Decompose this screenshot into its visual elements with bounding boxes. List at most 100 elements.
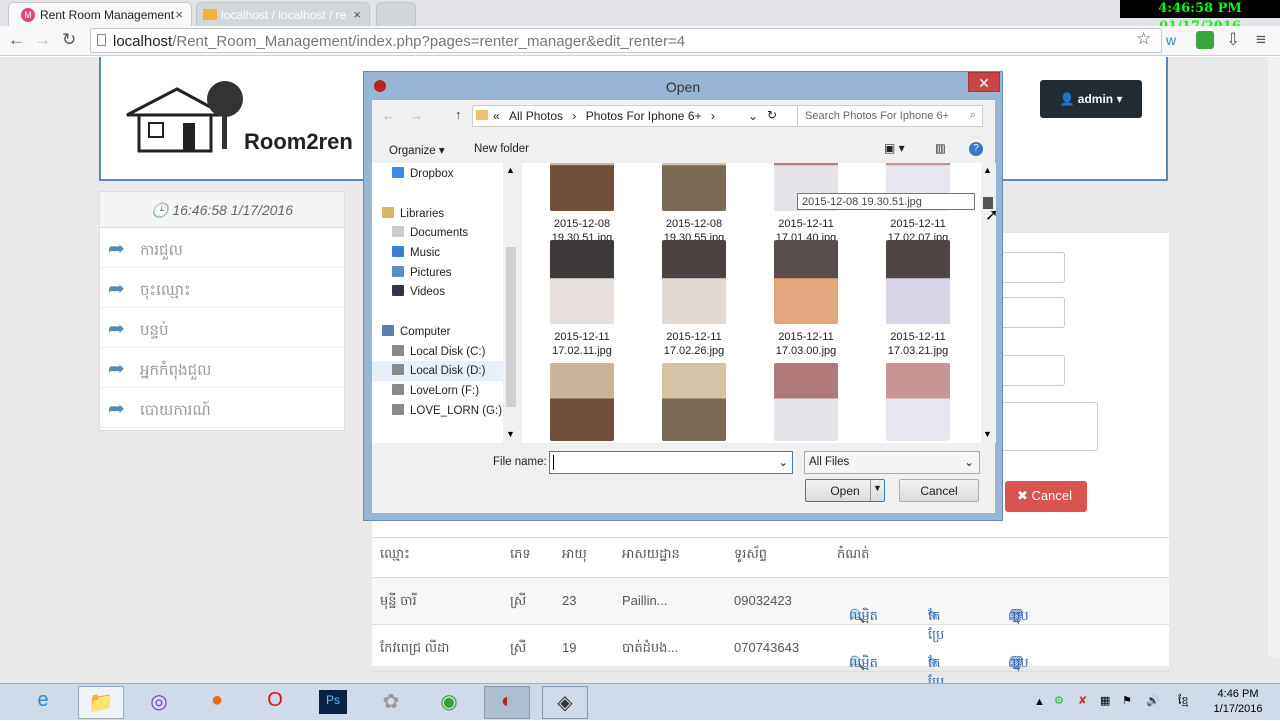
tab-close-icon[interactable]: × [353, 7, 361, 22]
tray-antivirus-icon[interactable]: ✘ [1078, 694, 1087, 707]
file-explorer-icon[interactable]: 📁 [78, 686, 124, 719]
nav-scrollbar[interactable]: ▲ ▼ [503, 163, 520, 443]
reload-icon[interactable]: ↻ [62, 30, 76, 50]
dialog-close-button[interactable]: ✕ [968, 72, 1000, 92]
file-thumbnail[interactable] [886, 240, 950, 324]
up-arrow-icon[interactable]: ↑ [455, 107, 462, 122]
nav-scroll-thumb[interactable] [506, 247, 516, 407]
scroll-up-icon[interactable]: ▲ [506, 165, 515, 175]
breadcrumb-current-folder[interactable]: Photos For Iphone 6+ [586, 109, 702, 123]
refresh-icon[interactable]: ↻ [767, 108, 777, 122]
scroll-down-icon[interactable]: ▼ [983, 429, 992, 439]
firefox-icon[interactable]: ● [194, 686, 240, 719]
sidebar-item-register[interactable]: ➦ ចុះឈ្មោះ [100, 268, 344, 308]
file-thumbnail[interactable] [550, 240, 614, 324]
app-active-icon[interactable]: ◐ [484, 686, 530, 719]
sidebar-item-rent[interactable]: ➦ ការជួល [100, 228, 344, 268]
nav-item-local-disk-d[interactable]: Local Disk (D:) [372, 361, 503, 381]
nav-item-local-disk-c[interactable]: Local Disk (C:) [392, 345, 485, 358]
back-arrow-icon[interactable]: ← [382, 108, 395, 123]
file-name-label[interactable]: 2015-12-11 17.02.11.jpg [534, 330, 630, 358]
download-icon[interactable]: ⇩ [1226, 30, 1240, 50]
app-globe-icon[interactable]: ✿ [368, 686, 414, 719]
form-field-3[interactable] [1000, 355, 1065, 386]
chrome-icon[interactable]: ◉ [426, 686, 472, 719]
organize-button[interactable]: Organize ▾ [389, 143, 445, 157]
nav-item-lovelorn-f[interactable]: LoveLorn (F:) [392, 384, 479, 397]
sidebar-item-report[interactable]: ➦ បោយការណ៍ [100, 388, 344, 428]
open-button[interactable]: Open ▼ [805, 479, 885, 502]
dialog-cancel-button[interactable]: Cancel [899, 479, 979, 502]
extension-green-icon[interactable] [1196, 31, 1214, 49]
filetype-select[interactable]: All Files ⌄ [804, 451, 980, 474]
form-field-1[interactable] [1000, 252, 1065, 283]
file-name-label[interactable]: 2015-12-11 17.02.26.jpg [646, 330, 742, 358]
opera-icon[interactable]: O [252, 686, 298, 719]
cancel-button[interactable]: ✖ Cancel [1005, 481, 1087, 512]
tab-rent-room-management[interactable]: M Rent Room Management × [8, 2, 192, 26]
cell-name: កែវពេជ្រ លីដា [380, 640, 450, 655]
tab-phpmyadmin[interactable]: localhost / localhost / re × [196, 2, 370, 26]
tray-time[interactable]: 4:46 PM [1208, 688, 1268, 700]
breadcrumb-overflow[interactable]: « [493, 109, 500, 123]
forward-arrow-icon[interactable]: → [410, 108, 423, 123]
file-thumbnail[interactable] [774, 363, 838, 441]
file-thumbnail[interactable] [662, 363, 726, 441]
nav-item-pictures[interactable]: Pictures [392, 266, 452, 279]
sidebar-item-renters[interactable]: ➦ អ្នកកំពុងជួល [100, 348, 344, 388]
chevron-down-icon[interactable]: ⌄ [964, 455, 974, 469]
file-thumbnail[interactable] [886, 363, 950, 441]
page-scrollbar[interactable] [1268, 57, 1280, 657]
nav-item-libraries[interactable]: Libraries [382, 207, 444, 220]
file-name-label[interactable]: 2015-12-11 17.03.00.jpg [758, 330, 854, 358]
sidebar-item-rooms[interactable]: ➦ បន្ទប់ [100, 308, 344, 348]
tray-language-icon[interactable]: ខ្មែ [1178, 694, 1188, 710]
tray-network-icon[interactable]: ▦ [1100, 694, 1110, 707]
chevron-down-icon[interactable]: ⌄ [778, 455, 788, 469]
preview-pane-icon[interactable]: ▥ [935, 141, 946, 155]
new-tab-button[interactable] [376, 2, 416, 26]
search-input[interactable]: Search Photos For Iphone 6+ ⌕ [797, 105, 983, 127]
url-input[interactable]: localhost/Rent_Room_Management/index.php… [90, 28, 1162, 53]
tray-flag-icon[interactable]: ⚑ [1122, 694, 1132, 707]
form-textarea[interactable] [1000, 402, 1098, 451]
scroll-down-icon[interactable]: ▼ [506, 429, 515, 439]
view-options-icon[interactable]: ▣ ▾ [884, 141, 905, 155]
scroll-up-icon[interactable]: ▲ [983, 165, 992, 175]
nav-item-music[interactable]: Music [392, 246, 440, 259]
new-folder-button[interactable]: New folder [474, 143, 529, 155]
menu-icon[interactable]: ≡ [1256, 30, 1266, 50]
back-arrow-icon[interactable]: ← [8, 30, 25, 50]
nav-item-dropbox[interactable]: Dropbox [392, 167, 453, 180]
nav-item-videos[interactable]: Videos [392, 285, 445, 298]
chevron-down-icon[interactable]: ⌄ [748, 109, 758, 123]
nav-item-computer[interactable]: Computer [382, 325, 451, 338]
filename-input[interactable]: ⌄ [549, 451, 793, 474]
tray-volume-icon[interactable]: 🔊 [1146, 694, 1160, 707]
tray-expand-icon[interactable]: ▲ [1034, 696, 1045, 708]
forward-arrow-icon[interactable]: → [34, 30, 51, 50]
bookmark-star-icon[interactable]: ☆ [1136, 29, 1151, 49]
help-icon[interactable]: ? [969, 142, 983, 156]
file-thumbnail[interactable] [774, 240, 838, 324]
admin-menu-button[interactable]: 👤 admin ▾ [1040, 80, 1142, 118]
breadcrumb-all-photos[interactable]: All Photos [509, 109, 563, 123]
photoshop-icon[interactable]: Ps [319, 690, 347, 714]
split-dropdown-icon[interactable]: ▼ [870, 480, 884, 501]
nav-item-documents[interactable]: Documents [392, 226, 468, 239]
tab-close-icon[interactable]: × [175, 7, 183, 22]
form-field-2[interactable] [1000, 297, 1065, 328]
tray-date[interactable]: 1/17/2016 [1208, 703, 1268, 715]
file-thumbnail[interactable] [662, 240, 726, 324]
app-swirl-icon[interactable]: ◎ [136, 686, 182, 719]
internet-explorer-icon[interactable]: e [20, 686, 66, 719]
documents-icon [392, 226, 404, 237]
file-name-label[interactable]: 2015-12-11 17.03.21.jpg [870, 330, 966, 358]
extension-icon[interactable]: w [1166, 32, 1176, 48]
file-thumbnail[interactable] [550, 163, 614, 211]
nav-item-love-lorn-g[interactable]: LOVE_LORN (G:) [392, 404, 502, 417]
file-thumbnail[interactable] [550, 363, 614, 441]
app-window-icon[interactable]: ◈ [542, 686, 588, 719]
file-thumbnail[interactable] [662, 163, 726, 211]
tray-app-icon[interactable]: ⚙ [1054, 694, 1064, 707]
